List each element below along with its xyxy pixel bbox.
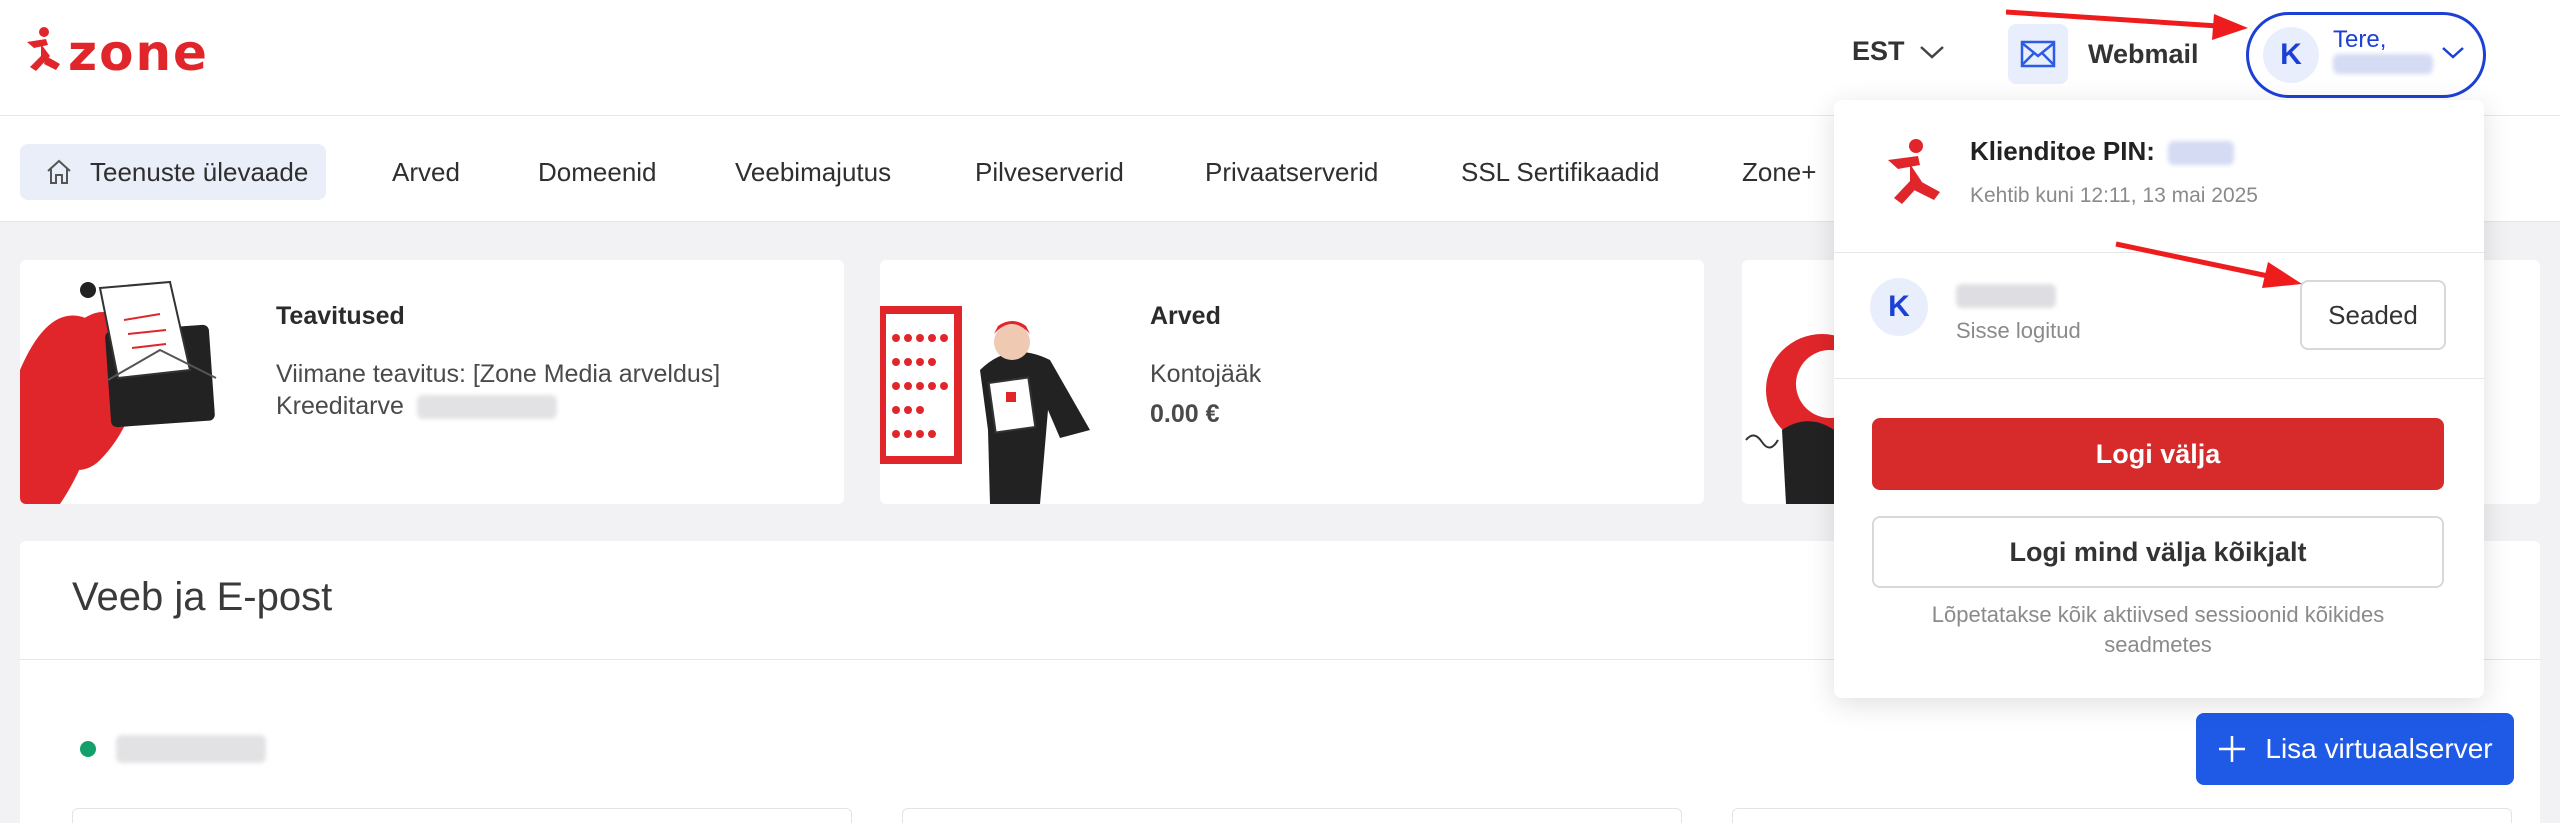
notification-illustration xyxy=(20,280,217,504)
logout-button[interactable]: Logi välja xyxy=(1872,418,2444,490)
server-card-stub xyxy=(72,808,852,823)
server-card-stub xyxy=(902,808,1682,823)
abacus-illustration xyxy=(880,306,1090,504)
redacted-server-name xyxy=(116,735,266,763)
user-menu-button[interactable]: K Tere, xyxy=(2246,12,2486,98)
login-status: Sisse logitud xyxy=(1956,318,2081,343)
brand-wordmark: zone xyxy=(68,26,209,78)
support-pin: Klienditoe PIN: xyxy=(1970,136,2235,167)
settings-button[interactable]: Seaded xyxy=(2300,280,2446,350)
invoices-card[interactable]: Arved Kontojääk 0.00 € xyxy=(880,260,1704,504)
avatar: K xyxy=(1870,278,1928,336)
card-title: Teavitused xyxy=(276,302,405,330)
nav-item-private-servers[interactable]: Privaatserverid xyxy=(1205,144,1378,200)
card-title: Arved xyxy=(1150,302,1221,330)
server-card-stub xyxy=(1732,808,2512,823)
balance-value: 0.00 € xyxy=(1150,400,1220,428)
user-name-redacted xyxy=(2333,54,2433,74)
nav-item-ssl[interactable]: SSL Sertifikaadid xyxy=(1461,144,1659,200)
language-selector[interactable]: EST xyxy=(1852,36,1945,67)
nav-item-cloud-servers[interactable]: Pilveserverid xyxy=(975,144,1124,200)
nav-item-overview[interactable]: Teenuste ülevaade xyxy=(20,144,327,200)
status-dot xyxy=(80,741,96,757)
zone-runner-icon xyxy=(1888,139,1940,204)
last-notification-text: Viimane teavitus: [Zone Media arveldus] xyxy=(276,360,721,388)
add-virtual-server-label: Lisa virtuaalserver xyxy=(2265,733,2493,764)
nav-item-webhosting[interactable]: Veebimajutus xyxy=(735,144,891,200)
credit-invoice-text: Kreeditarve xyxy=(276,392,557,421)
zone-logo[interactable]: zone xyxy=(24,26,254,78)
webmail-link[interactable]: Webmail xyxy=(2008,24,2199,84)
nav-item-label: Teenuste ülevaade xyxy=(90,156,309,187)
redacted-pin xyxy=(2168,141,2235,166)
balance-label: Kontojääk xyxy=(1150,360,1262,388)
nav-item-zone-plus[interactable]: Zone+ xyxy=(1742,144,1816,200)
redacted-value xyxy=(416,395,557,420)
pin-expiry: Kehtib kuni 12:11, 13 mai 2025 xyxy=(1970,184,2258,207)
plus-icon xyxy=(2219,736,2246,762)
avatar: K xyxy=(2263,27,2319,83)
section-title: Veeb ja E-post xyxy=(72,575,333,619)
language-label: EST xyxy=(1852,36,1905,66)
nav-item-domains[interactable]: Domeenid xyxy=(538,144,657,200)
logout-everywhere-note: Lõpetatakse kõik aktiivsed sessioonid kõ… xyxy=(1931,602,2385,657)
notifications-card[interactable]: Teavitused Viimane teavitus: [Zone Media… xyxy=(20,260,844,504)
webmail-label: Webmail xyxy=(2088,38,2199,69)
chevron-down-icon xyxy=(2442,47,2464,59)
mail-icon xyxy=(2008,24,2068,84)
chevron-down-icon xyxy=(1919,45,1944,59)
home-icon xyxy=(47,159,71,184)
user-greeting: Tere, xyxy=(2333,26,2387,53)
redacted-user-name xyxy=(1956,284,2056,308)
zone-logo-icon: zone xyxy=(27,26,209,78)
user-menu-dropdown: Klienditoe PIN: Kehtib kuni 12:11, 13 ma… xyxy=(1834,100,2484,698)
logout-everywhere-button[interactable]: Logi mind välja kõikjalt xyxy=(1872,516,2444,588)
nav-item-invoices[interactable]: Arved xyxy=(392,144,460,200)
top-header: zone EST Webmail K Tere, xyxy=(0,0,2560,116)
add-virtual-server-button[interactable]: Lisa virtuaalserver xyxy=(2196,713,2514,785)
